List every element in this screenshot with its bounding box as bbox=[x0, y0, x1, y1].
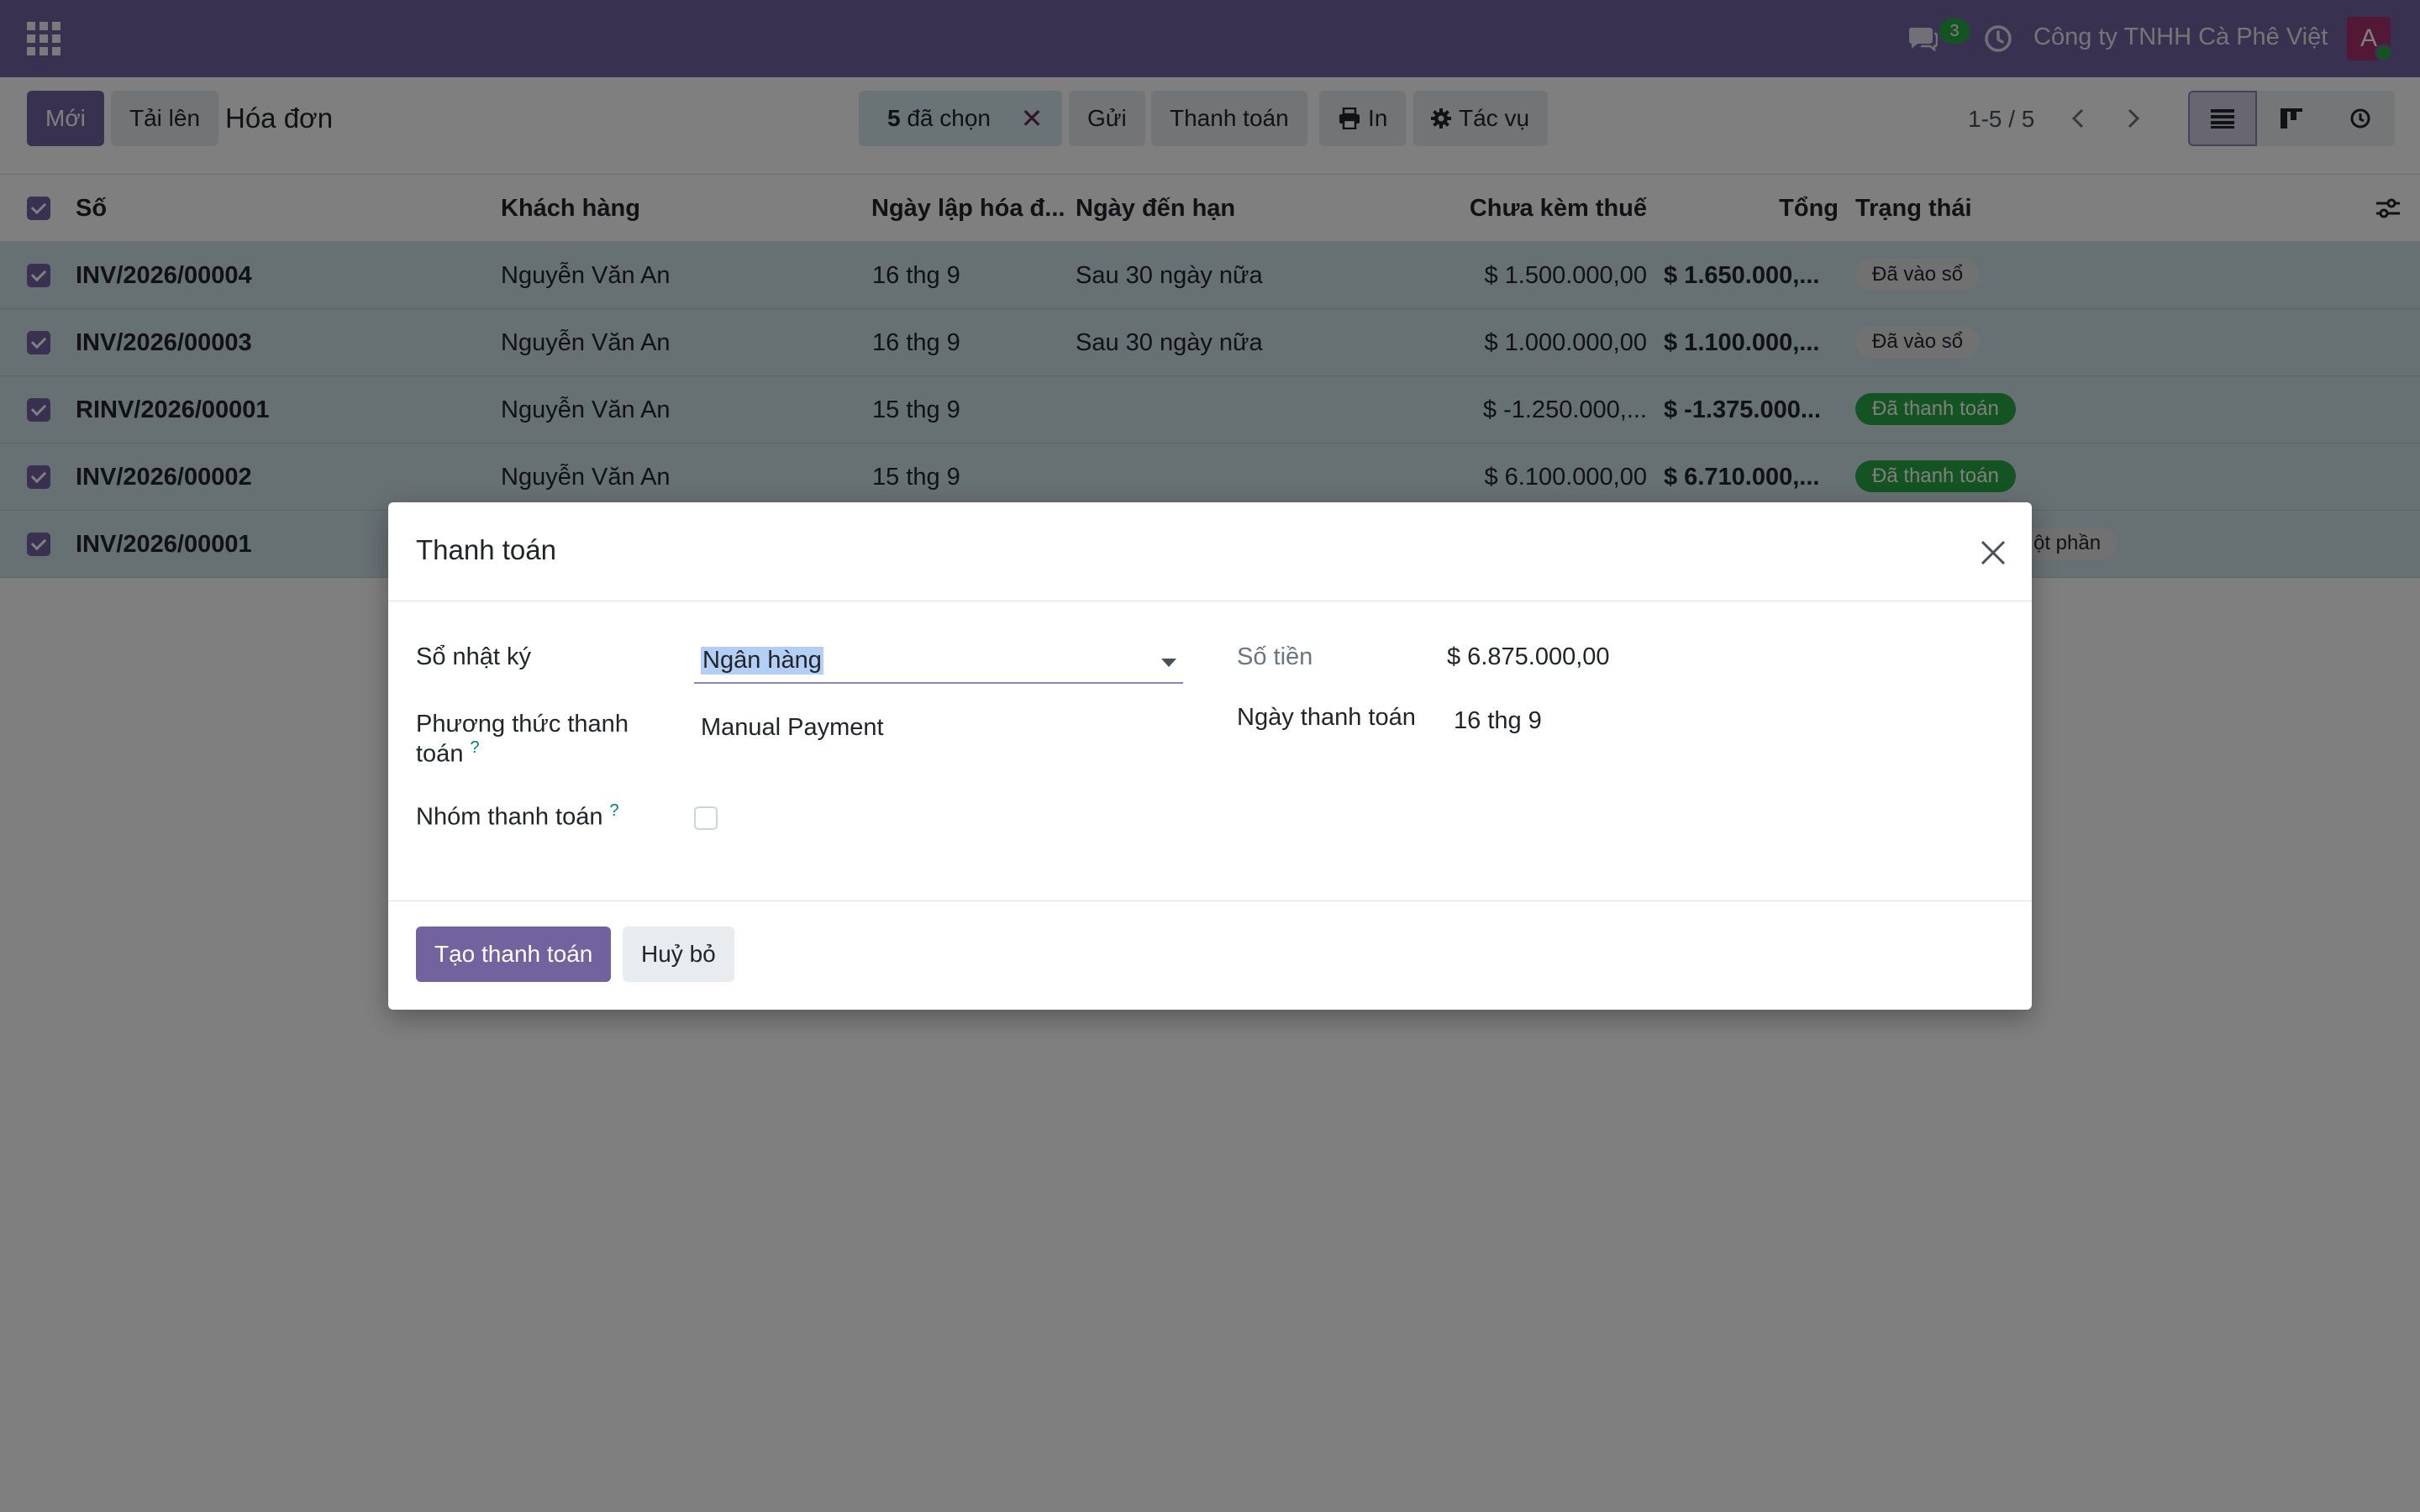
journal-label: Sổ nhật ký bbox=[416, 643, 532, 670]
payment-method-label: Phương thức thanh toán ? bbox=[416, 711, 629, 769]
dialog-header: Thanh toán bbox=[388, 502, 2032, 601]
journal-value: Ngân hàng bbox=[701, 647, 823, 675]
group-payment-label: Nhóm thanh toán ? bbox=[416, 801, 619, 832]
help-icon[interactable]: ? bbox=[610, 801, 619, 820]
create-payment-button[interactable]: Tạo thanh toán bbox=[416, 927, 612, 982]
payment-date-label: Ngày thanh toán bbox=[1237, 704, 1416, 731]
payment-method-value[interactable]: Manual Payment bbox=[701, 714, 884, 742]
help-icon[interactable]: ? bbox=[471, 738, 480, 757]
amount-value[interactable]: $ 6.875.000,00 bbox=[1447, 643, 1610, 671]
close-icon[interactable] bbox=[1976, 536, 2010, 570]
amount-label: Số tiền bbox=[1237, 643, 1313, 670]
chevron-down-icon bbox=[1161, 659, 1176, 667]
payment-method-label-line1: Phương thức thanh bbox=[416, 711, 629, 738]
group-payment-checkbox[interactable] bbox=[694, 806, 718, 830]
register-payment-dialog: Thanh toán Sổ nhật ký Ngân hàng Phương t… bbox=[388, 502, 2032, 1010]
payment-date-value[interactable]: 16 thg 9 bbox=[1454, 707, 1542, 735]
journal-select[interactable]: Ngân hàng bbox=[694, 640, 1183, 684]
dialog-title: Thanh toán bbox=[416, 534, 556, 565]
payment-method-label-line2: toán bbox=[416, 740, 464, 768]
dialog-footer: Tạo thanh toán Huỷ bỏ bbox=[388, 900, 2032, 1010]
cancel-button[interactable]: Huỷ bỏ bbox=[623, 927, 734, 982]
group-payment-label-text: Nhóm thanh toán bbox=[416, 803, 603, 831]
